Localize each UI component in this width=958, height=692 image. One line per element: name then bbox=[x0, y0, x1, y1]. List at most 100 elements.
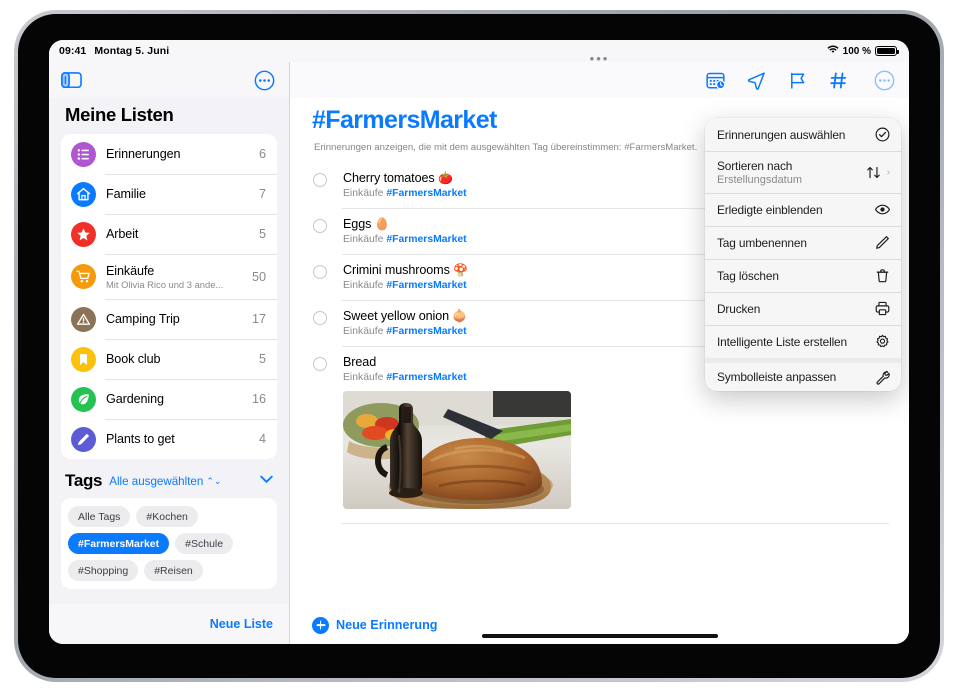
app-body: Meine Listen Erinnerungen 6 Familie 7 Arbeit… bbox=[49, 52, 909, 644]
reminder-tag: #FarmersMarket bbox=[386, 326, 467, 337]
trash-icon bbox=[875, 268, 890, 283]
tag-chip[interactable]: #FarmersMarket bbox=[68, 533, 170, 554]
up-down-chevrons-icon: ⌃⌄ bbox=[206, 475, 222, 486]
tag-chip[interactable]: #Schule bbox=[175, 533, 234, 554]
sidebar-list-item[interactable]: Book club 5 bbox=[61, 339, 277, 379]
tag-chip[interactable]: #Reisen bbox=[144, 560, 203, 581]
reminder-emoji: 🥚 bbox=[374, 217, 390, 231]
sidebar-toolbar bbox=[49, 62, 289, 98]
scheduled-calendar-icon[interactable] bbox=[706, 71, 725, 90]
reminder-list-name: Einkäufe bbox=[343, 188, 384, 199]
sidebar-list-text: Einkäufe Mit Olivia Rico und 3 ande... bbox=[106, 264, 244, 290]
reminder-tag: #FarmersMarket bbox=[386, 188, 467, 199]
menu-item[interactable]: Tag löschen bbox=[705, 259, 901, 292]
new-reminder-button[interactable]: Neue Erinnerung bbox=[336, 618, 437, 632]
reminder-emoji: 🍅 bbox=[438, 171, 453, 185]
plus-circle-icon[interactable] bbox=[312, 616, 329, 634]
context-menu-popover: Erinnerungen auswählen Sortieren nach Erst… bbox=[705, 118, 901, 391]
sidebar-list-name: Familie bbox=[106, 187, 146, 201]
sidebar-list-item[interactable]: Arbeit 5 bbox=[61, 214, 277, 254]
sort-arrows-icon bbox=[866, 165, 881, 180]
menu-item-text: Symbolleiste anpassen bbox=[717, 370, 875, 384]
pencil-line-icon bbox=[875, 235, 890, 250]
detail-footer: Neue Erinnerung bbox=[290, 606, 909, 644]
reminder-tag: #FarmersMarket bbox=[386, 234, 467, 245]
reminder-checkbox[interactable] bbox=[313, 265, 327, 279]
house-icon bbox=[71, 181, 96, 207]
sidebar: Meine Listen Erinnerungen 6 Familie 7 Arbeit… bbox=[49, 62, 290, 644]
sidebar-list-count: 4 bbox=[258, 432, 266, 446]
tag-chip[interactable]: #Shopping bbox=[68, 560, 139, 581]
detail-more-button[interactable] bbox=[874, 70, 895, 91]
sidebar-toggle-icon[interactable] bbox=[61, 72, 82, 89]
sidebar-list-text: Familie bbox=[106, 187, 251, 201]
reminder-checkbox[interactable] bbox=[313, 173, 327, 187]
reminder-title-text: Sweet yellow onion bbox=[343, 309, 450, 323]
lists-card: Erinnerungen 6 Familie 7 Arbeit 5 Einkäufe Mit … bbox=[61, 134, 277, 459]
screen: 09:41 Montag 5. Juni 100 % Meine Listen … bbox=[49, 40, 909, 644]
chevron-down-icon[interactable] bbox=[260, 475, 273, 487]
sidebar-list-item[interactable]: Einkäufe Mit Olivia Rico und 3 ande... 50 bbox=[61, 254, 277, 299]
window-grabber-icon[interactable]: ••• bbox=[590, 52, 610, 65]
sidebar-list-item[interactable]: Erinnerungen 6 bbox=[61, 134, 277, 174]
pencil-icon bbox=[71, 426, 96, 452]
reminder-checkbox[interactable] bbox=[313, 311, 327, 325]
star-icon bbox=[71, 221, 96, 247]
gear-icon bbox=[875, 334, 890, 349]
new-list-button[interactable]: Neue Liste bbox=[210, 617, 273, 631]
menu-item[interactable]: Sortieren nach Erstellungsdatum › bbox=[705, 151, 901, 193]
reminder-emoji: 🧅 bbox=[452, 309, 468, 323]
reminder-title-text: Bread bbox=[343, 355, 377, 369]
reminder-tag: #FarmersMarket bbox=[386, 280, 467, 291]
wrench-icon bbox=[875, 370, 890, 385]
battery-full-icon bbox=[875, 46, 899, 56]
menu-item[interactable]: Erledigte einblenden bbox=[705, 193, 901, 226]
sidebar-list-item[interactable]: Camping Trip 17 bbox=[61, 299, 277, 339]
reminder-checkbox[interactable] bbox=[313, 357, 327, 371]
tags-filter-button[interactable]: Alle ausgewählten ⌃⌄ bbox=[109, 475, 221, 488]
location-arrow-icon[interactable] bbox=[747, 71, 766, 90]
reminder-title-text: Cherry tomatoes bbox=[343, 171, 435, 185]
menu-item[interactable]: Erinnerungen auswählen bbox=[705, 118, 901, 151]
sidebar-list-count: 5 bbox=[258, 352, 266, 366]
sidebar-list-text: Gardening bbox=[106, 392, 244, 406]
menu-item-label: Erinnerungen auswählen bbox=[717, 127, 846, 142]
hashtag-icon[interactable] bbox=[829, 71, 848, 90]
flag-icon[interactable] bbox=[788, 71, 807, 90]
sidebar-list-text: Camping Trip bbox=[106, 312, 244, 326]
reminder-title-text: Eggs bbox=[343, 217, 372, 231]
sidebar-list-count: 16 bbox=[251, 392, 266, 406]
reminder-checkbox[interactable] bbox=[313, 219, 327, 233]
sidebar-list-name: Einkäufe bbox=[106, 263, 155, 278]
status-bar: 09:41 Montag 5. Juni 100 % bbox=[49, 40, 909, 62]
sidebar-list-text: Plants to get bbox=[106, 432, 251, 446]
sidebar-list-name: Book club bbox=[106, 352, 161, 366]
shopping-cart-icon bbox=[71, 264, 96, 289]
home-indicator[interactable] bbox=[481, 634, 718, 638]
tag-chip[interactable]: Alle Tags bbox=[68, 506, 131, 527]
reminder-title-text: Crimini mushrooms bbox=[343, 263, 450, 277]
menu-item-sublabel: Erstellungsdatum bbox=[717, 173, 802, 186]
tags-filter-label: Alle ausgewählten bbox=[109, 474, 204, 488]
menu-item[interactable]: Intelligente Liste erstellen bbox=[705, 325, 901, 358]
reminder-photo[interactable] bbox=[343, 391, 571, 509]
sidebar-list-name: Camping Trip bbox=[106, 312, 180, 326]
menu-item-label: Tag umbenennen bbox=[717, 235, 807, 250]
sidebar-list-item[interactable]: Gardening 16 bbox=[61, 379, 277, 419]
menu-item-text: Drucken bbox=[717, 302, 875, 316]
bulleted-list-icon bbox=[71, 141, 96, 167]
menu-item[interactable]: Drucken bbox=[705, 292, 901, 325]
tag-chip[interactable]: #Kochen bbox=[136, 506, 198, 527]
device-bezel: 09:41 Montag 5. Juni 100 % Meine Listen … bbox=[18, 14, 940, 678]
sidebar-list-item[interactable]: Plants to get 4 bbox=[61, 419, 277, 459]
sidebar-more-button[interactable] bbox=[254, 70, 275, 91]
sidebar-list-subtitle: Mit Olivia Rico und 3 ande... bbox=[106, 278, 224, 290]
reminder-emoji: 🍄 bbox=[453, 263, 469, 277]
menu-item[interactable]: Symbolleiste anpassen bbox=[705, 358, 901, 391]
sidebar-list-item[interactable]: Familie 7 bbox=[61, 174, 277, 214]
reminder-list-name: Einkäufe bbox=[343, 234, 384, 245]
menu-item[interactable]: Tag umbenennen bbox=[705, 226, 901, 259]
menu-item-label: Sortieren nach bbox=[717, 158, 793, 173]
menu-item-label: Symbolleiste anpassen bbox=[717, 370, 837, 384]
status-time: 09:41 bbox=[59, 45, 87, 57]
